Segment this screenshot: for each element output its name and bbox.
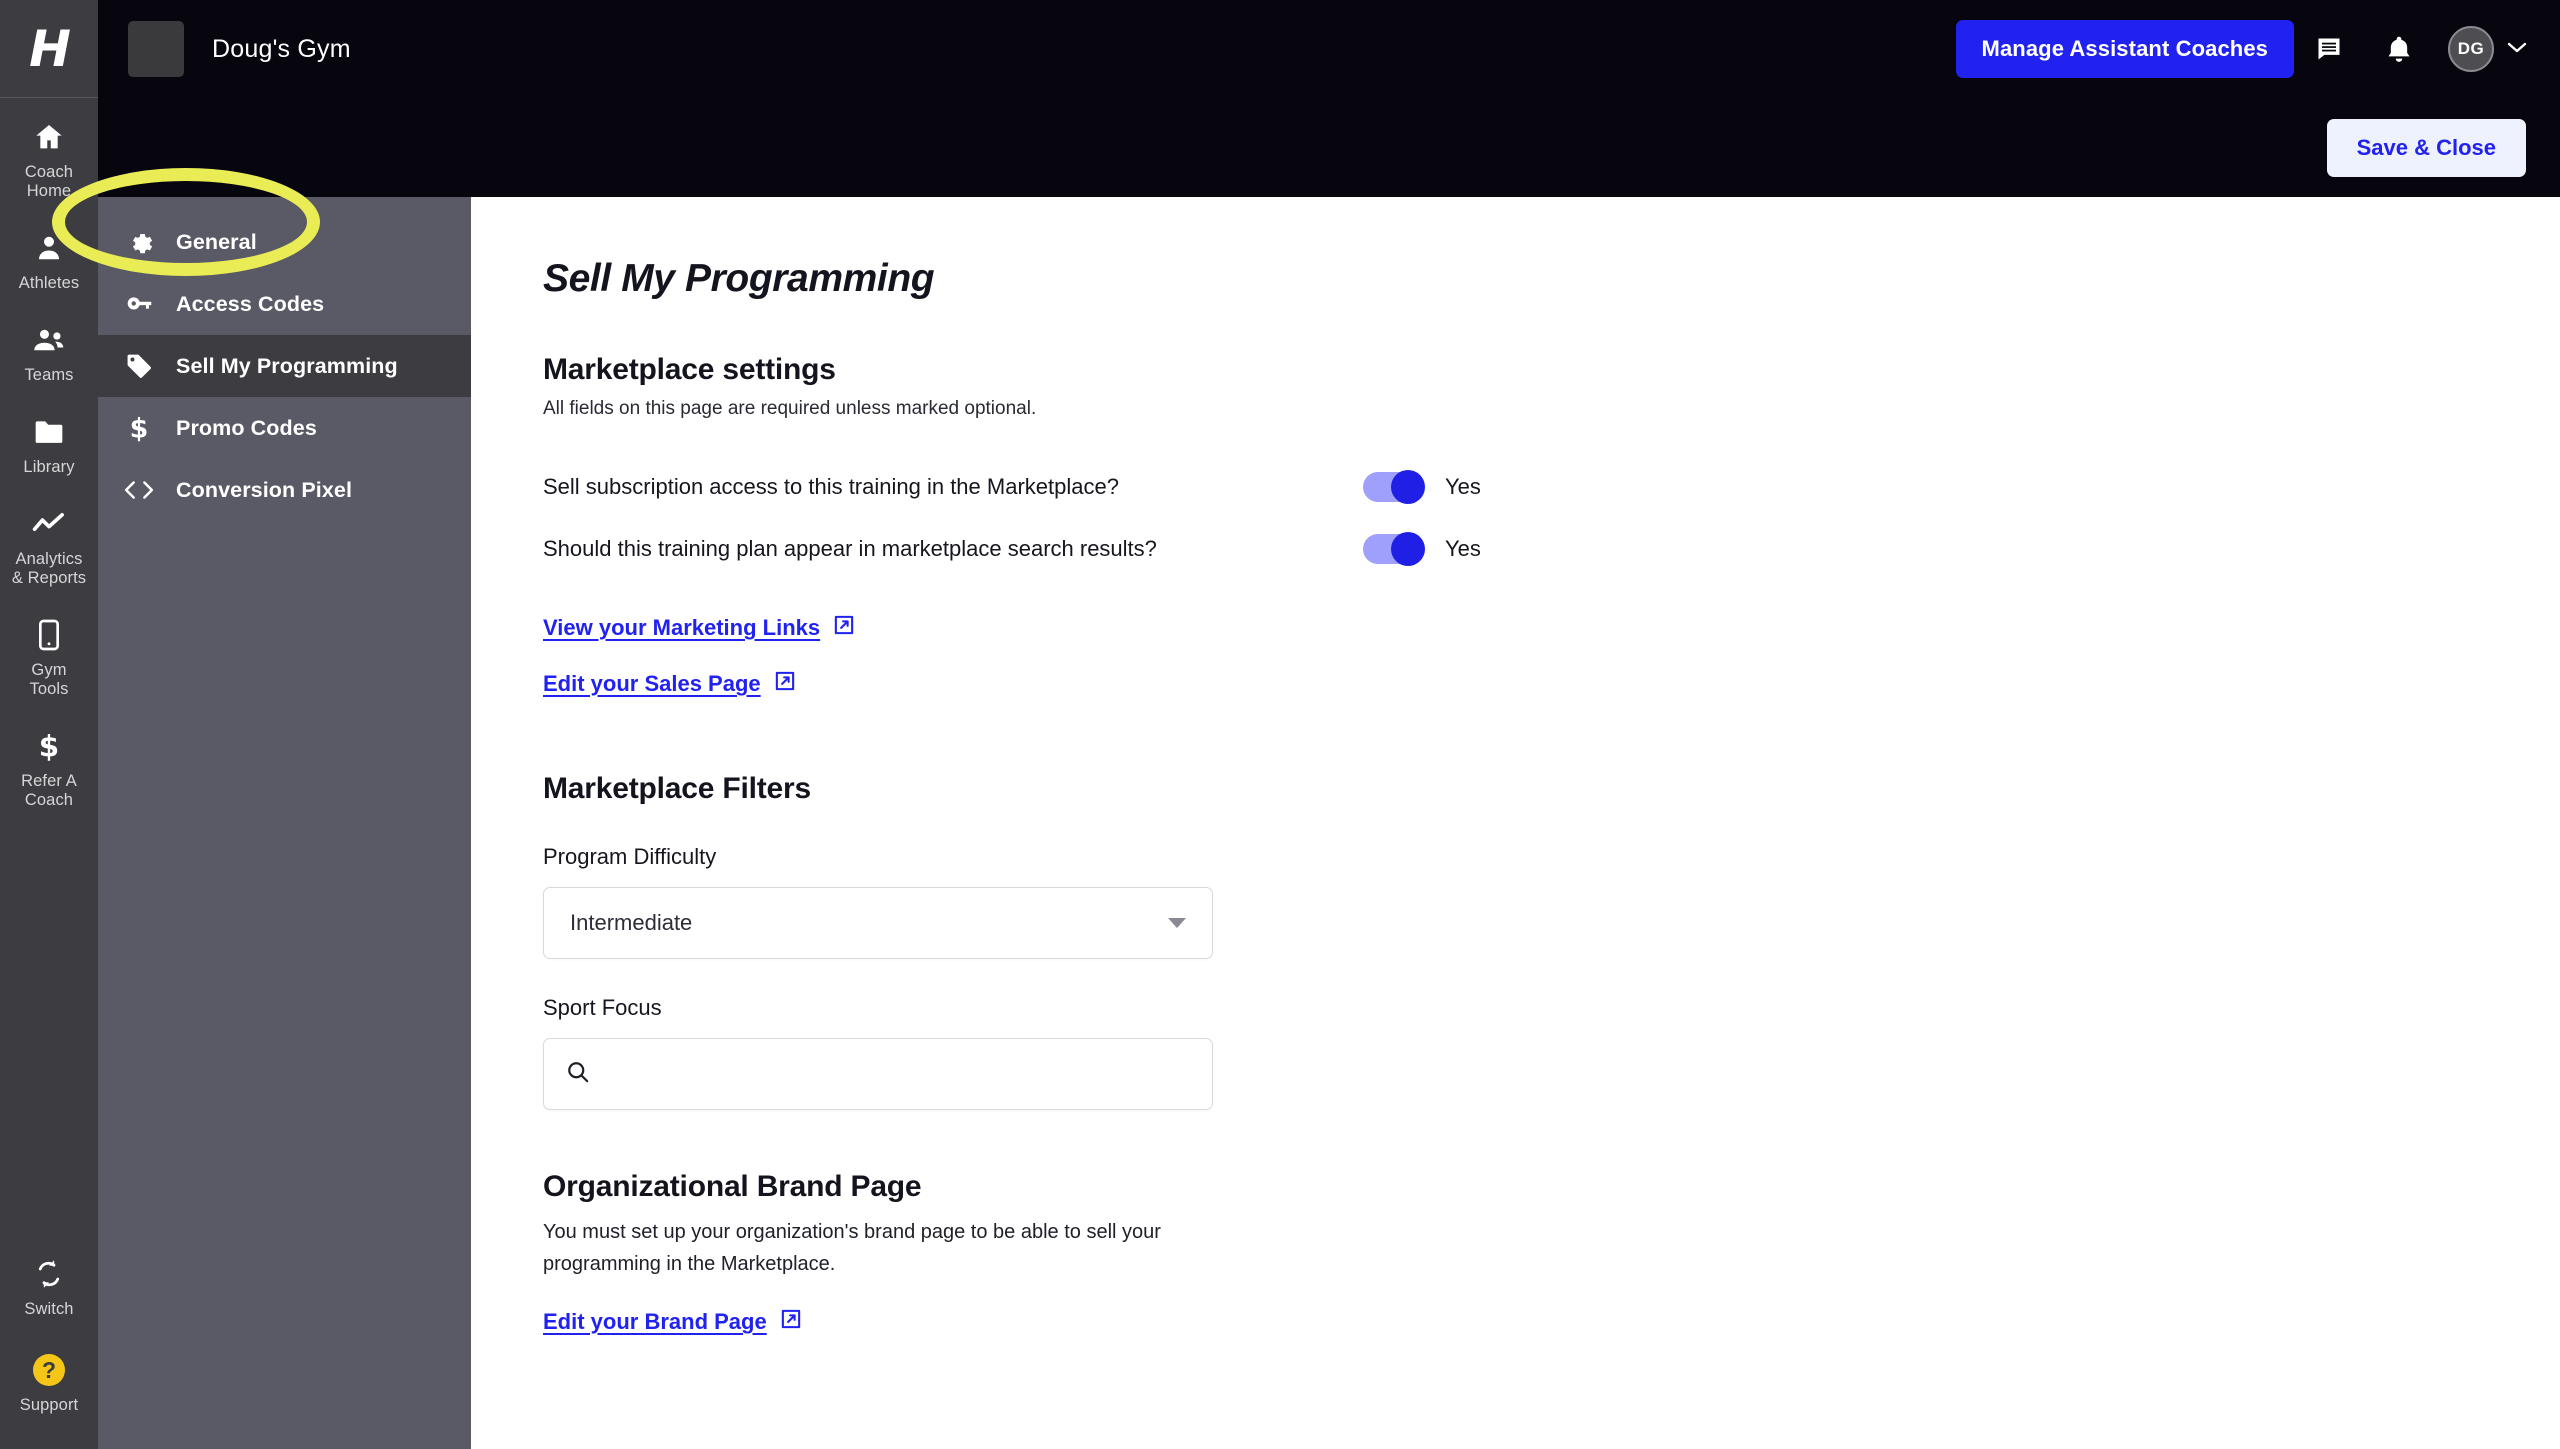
- toggle-question: Sell subscription access to this trainin…: [543, 474, 1119, 499]
- sidebar-item-refer-a-coach[interactable]: $ Refer A Coach: [0, 707, 98, 818]
- sidebar-item-label: Promo Codes: [176, 415, 317, 440]
- sidebar-item-sell-my-programming[interactable]: Sell My Programming: [98, 335, 471, 397]
- link-label: Edit your Sales Page: [543, 671, 761, 696]
- tag-icon: [124, 351, 154, 381]
- sidebar-item-promo-codes[interactable]: $ Promo Codes: [98, 397, 471, 459]
- sidebar-item-access-codes[interactable]: Access Codes: [98, 273, 471, 335]
- sidebar-item-label: Access Codes: [176, 291, 325, 316]
- sidebar-item-athletes[interactable]: Athletes: [0, 209, 98, 301]
- sidebar-item-teams[interactable]: Teams: [0, 301, 98, 393]
- sidebar-label: Teams: [24, 366, 74, 384]
- svg-text:$: $: [130, 414, 149, 442]
- sidebar-label: Refer A Coach: [21, 772, 77, 809]
- edit-brand-page-link[interactable]: Edit your Brand Page: [543, 1308, 802, 1336]
- chart-line-icon: [32, 507, 66, 541]
- save-and-close-button[interactable]: Save & Close: [2326, 118, 2526, 177]
- people-icon: [32, 323, 66, 357]
- question-icon: ?: [32, 1353, 66, 1387]
- search-icon: [566, 1060, 590, 1089]
- page-title: Sell My Programming: [543, 257, 935, 300]
- search-results-toggle[interactable]: [1363, 532, 1425, 566]
- toggle-question: Should this training plan appear in mark…: [543, 536, 1157, 561]
- link-label: View your Marketing Links: [543, 615, 821, 640]
- notifications-bell-icon[interactable]: [2364, 19, 2434, 79]
- top-header: Doug's Gym Manage Assistant Coaches DG: [98, 0, 2560, 98]
- edit-sales-page-link[interactable]: Edit your Sales Page: [543, 670, 796, 698]
- marketplace-settings-subtitle: All fields on this page are required unl…: [543, 398, 1037, 419]
- manage-assistant-coaches-button[interactable]: Manage Assistant Coaches: [1955, 20, 2294, 78]
- sidebar-item-support[interactable]: ? Support: [0, 1353, 98, 1415]
- external-link-icon: [774, 670, 796, 698]
- external-link-icon: [780, 1308, 802, 1336]
- program-difficulty-select[interactable]: Intermediate: [543, 887, 1213, 959]
- sidebar-item-analytics-reports[interactable]: Analytics & Reports: [0, 485, 98, 596]
- logo-h-icon: H: [29, 19, 71, 78]
- gym-avatar: [128, 21, 184, 77]
- program-difficulty-value: Intermediate: [570, 910, 693, 935]
- toggle-row-search-results: Should this training plan appear in mark…: [543, 526, 1481, 572]
- support-badge: ?: [33, 1354, 65, 1386]
- toggle-value: Yes: [1445, 536, 1481, 561]
- sidebar-label: Coach Home: [24, 163, 74, 200]
- dollar-tag-icon: $: [124, 413, 154, 443]
- chevron-down-icon: [1168, 918, 1186, 928]
- view-marketing-links-link[interactable]: View your Marketing Links: [543, 614, 855, 642]
- sidebar-item-gym-tools[interactable]: Gym Tools: [0, 596, 98, 707]
- sidebar-item-general[interactable]: General: [98, 211, 471, 273]
- sidebar-item-library[interactable]: Library: [0, 393, 98, 485]
- home-icon: [32, 120, 66, 154]
- sidebar-label: Gym Tools: [29, 661, 69, 698]
- primary-sidebar: H Coach Home Athletes Teams Library Anal…: [0, 0, 98, 1449]
- sidebar-label: Analytics & Reports: [11, 550, 87, 587]
- link-label: Edit your Brand Page: [543, 1309, 767, 1334]
- dollar-icon: $: [32, 729, 66, 763]
- phone-icon: [32, 618, 66, 652]
- toggle-knob: [1391, 532, 1425, 566]
- marketplace-settings-heading: Marketplace settings: [543, 353, 836, 386]
- code-brackets-icon: [124, 475, 154, 505]
- sidebar-item-label: General: [176, 229, 257, 254]
- sell-subscription-toggle[interactable]: [1363, 470, 1425, 504]
- settings-sidebar: General Access Codes Sell My Programming…: [98, 197, 471, 1449]
- user-menu[interactable]: DG: [2448, 26, 2528, 72]
- sidebar-label: Switch: [24, 1300, 74, 1318]
- key-icon: [124, 289, 154, 319]
- sidebar-item-conversion-pixel[interactable]: Conversion Pixel: [98, 459, 471, 521]
- marketplace-filters-heading: Marketplace Filters: [543, 772, 811, 805]
- brand-page-description: You must set up your organization's bran…: [543, 1221, 1161, 1275]
- program-difficulty-label: Program Difficulty: [543, 844, 717, 869]
- sidebar-label: Library: [23, 458, 75, 476]
- gym-name: Doug's Gym: [212, 34, 351, 63]
- toggle-knob: [1391, 470, 1425, 504]
- sidebar-label: Support: [19, 1396, 79, 1414]
- external-link-icon: [833, 614, 855, 642]
- switch-icon: [32, 1257, 66, 1291]
- sub-header: Save & Close: [98, 98, 2560, 197]
- toggle-row-sell-subscription: Sell subscription access to this trainin…: [543, 464, 1481, 510]
- person-icon: [32, 231, 66, 265]
- sidebar-item-label: Conversion Pixel: [176, 477, 353, 502]
- sport-focus-search-box[interactable]: [543, 1038, 1213, 1110]
- avatar: DG: [2448, 26, 2494, 72]
- app-root: H Coach Home Athletes Teams Library Anal…: [0, 0, 2560, 1449]
- main-content: Sell My Programming Marketplace settings…: [471, 197, 2560, 1449]
- brand-page-heading: Organizational Brand Page: [543, 1170, 922, 1203]
- sidebar-item-coach-home[interactable]: Coach Home: [0, 98, 98, 209]
- top-header-actions: Manage Assistant Coaches DG: [1955, 19, 2560, 79]
- sidebar-label: Athletes: [18, 274, 80, 292]
- folder-icon: [32, 415, 66, 449]
- sidebar-item-switch[interactable]: Switch: [0, 1257, 98, 1319]
- app-logo[interactable]: H: [0, 0, 98, 98]
- svg-text:$: $: [39, 730, 59, 762]
- sidebar-item-label: Sell My Programming: [176, 353, 398, 378]
- sport-focus-input[interactable]: [606, 1061, 1166, 1087]
- gear-icon: [124, 227, 154, 257]
- primary-sidebar-bottom: Switch ? Support: [0, 1257, 98, 1415]
- sport-focus-label: Sport Focus: [543, 995, 662, 1020]
- toggle-value: Yes: [1445, 474, 1481, 499]
- messages-icon[interactable]: [2294, 19, 2364, 79]
- chevron-down-icon: [2506, 40, 2528, 59]
